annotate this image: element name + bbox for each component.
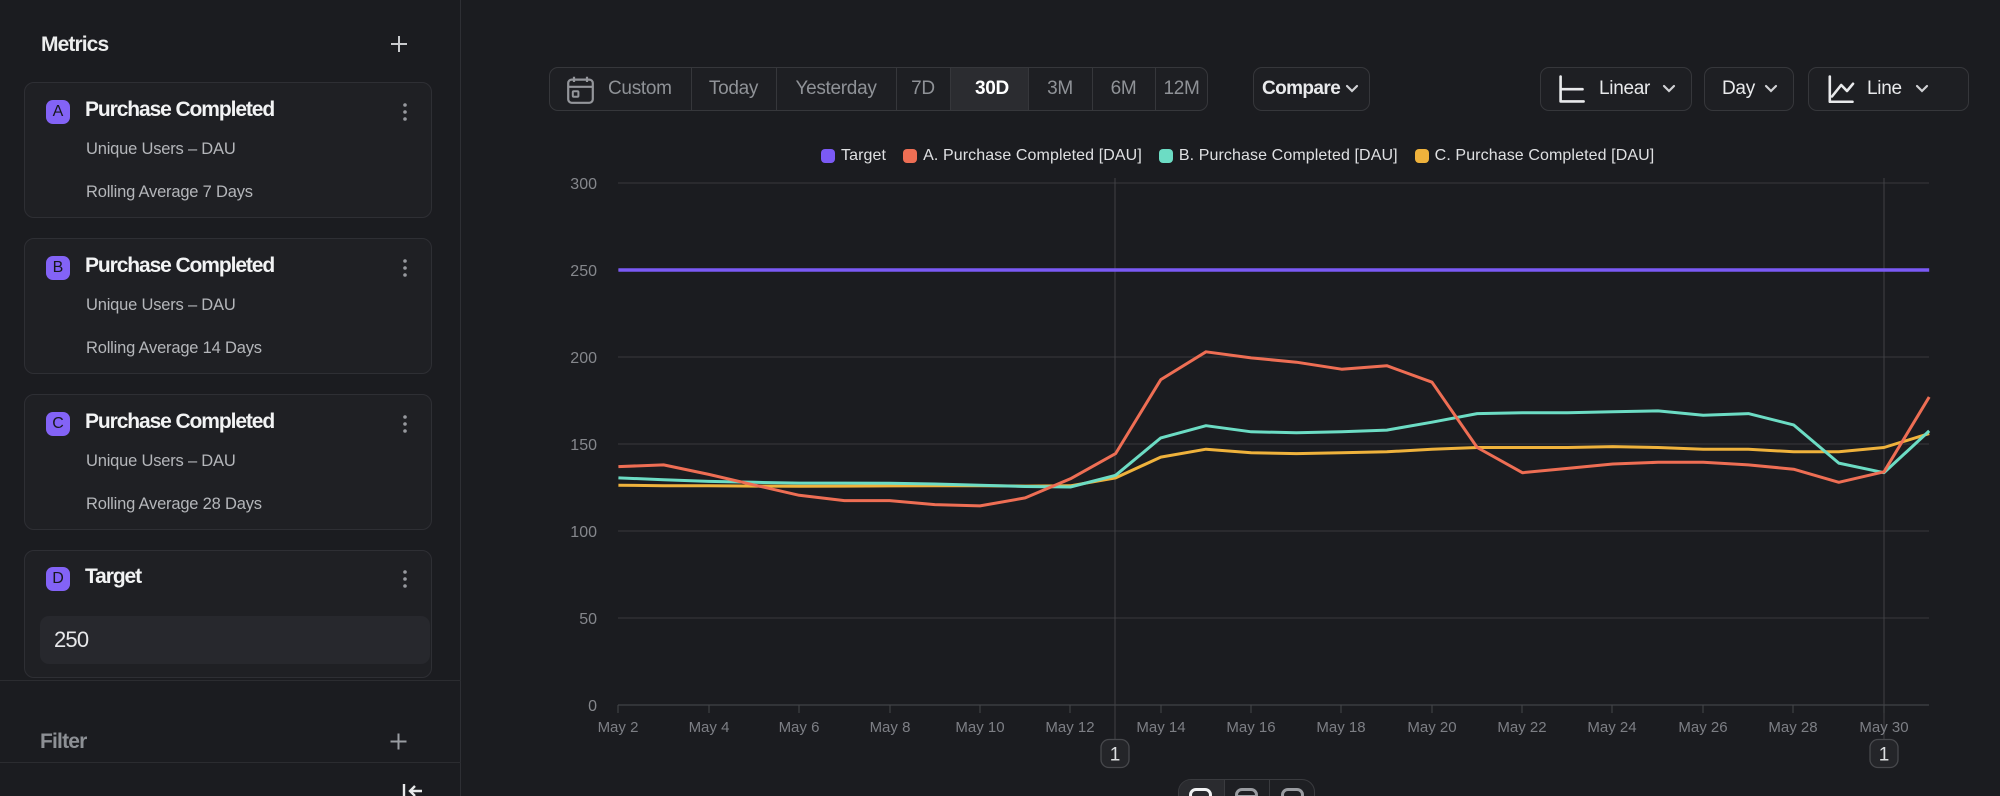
svg-text:250: 250 (570, 263, 597, 280)
svg-text:May 28: May 28 (1768, 719, 1817, 736)
svg-text:May 22: May 22 (1497, 719, 1546, 736)
svg-text:May 4: May 4 (689, 719, 730, 736)
svg-text:May 12: May 12 (1045, 719, 1094, 736)
svg-text:May 16: May 16 (1226, 719, 1275, 736)
svg-text:May 8: May 8 (870, 719, 911, 736)
svg-text:May 30: May 30 (1859, 719, 1908, 736)
svg-text:May 10: May 10 (955, 719, 1004, 736)
svg-text:200: 200 (570, 350, 597, 367)
svg-text:1: 1 (1879, 745, 1890, 766)
svg-text:0: 0 (588, 698, 597, 715)
svg-text:May 14: May 14 (1136, 719, 1185, 736)
svg-text:May 24: May 24 (1587, 719, 1636, 736)
svg-text:May 2: May 2 (598, 719, 639, 736)
svg-text:May 18: May 18 (1316, 719, 1365, 736)
svg-text:100: 100 (570, 524, 597, 541)
svg-text:May 26: May 26 (1678, 719, 1727, 736)
svg-text:1: 1 (1110, 745, 1121, 766)
svg-text:50: 50 (579, 611, 597, 628)
svg-text:300: 300 (570, 176, 597, 193)
svg-text:May 20: May 20 (1407, 719, 1456, 736)
svg-text:May 6: May 6 (779, 719, 820, 736)
svg-text:150: 150 (570, 437, 597, 454)
